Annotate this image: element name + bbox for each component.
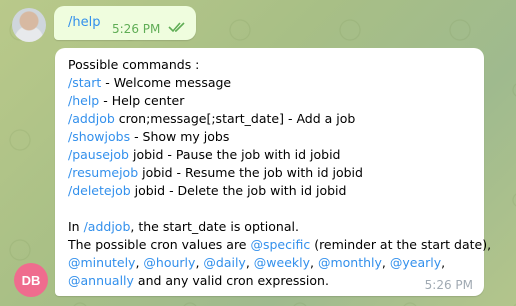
addjob-command-link[interactable]: /addjob [68,111,115,126]
bot-avatar[interactable]: DB [14,263,48,297]
hourly-mention-link[interactable]: @hourly [143,255,195,270]
message-time: 5:26 PM [424,278,473,292]
minutely-mention-link[interactable]: @minutely [68,255,135,270]
separator: , [441,255,446,270]
pausejob-command-link[interactable]: /pausejob [68,147,129,162]
resumejob-command-link[interactable]: /resumejob [68,165,138,180]
cron-prefix: The possible cron values are [68,237,251,252]
deletejob-command-link[interactable]: /deletejob [68,183,131,198]
user-avatar[interactable] [12,8,46,42]
cron-values-line: The possible cron values are @specific (… [68,236,491,254]
start-command-link[interactable]: /start [68,75,101,90]
cron-values-line: @minutely, @hourly, @daily, @weekly, @mo… [68,254,478,272]
command-line: /showjobs - Show my jobs [68,128,478,146]
yearly-mention-link[interactable]: @yearly [390,255,441,270]
command-line: /start - Welcome message [68,74,478,92]
message-text: Possible commands : /start - Welcome mes… [68,56,491,290]
help-command-link[interactable]: /help [68,15,100,30]
command-description: jobid - Resume the job with id jobid [138,165,363,180]
double-check-icon [168,22,185,33]
commands-heading: Possible commands : [68,57,200,72]
separator: , [381,255,390,270]
cron-values-line: @annually and any valid cron expression. [68,272,478,290]
command-description: - Show my jobs [130,129,230,144]
outgoing-message-bubble[interactable]: /help 5:26 PM [54,6,196,40]
command-description: - Help center [99,93,185,108]
incoming-message-bubble[interactable]: Possible commands : /start - Welcome mes… [55,48,491,296]
message-time: 5:26 PM [112,22,161,36]
separator: , [245,255,254,270]
specific-description: (reminder at the start date), [310,237,492,252]
command-line: /pausejob jobid - Pause the job with id … [68,146,478,164]
command-line: /help - Help center [68,92,478,110]
note-suffix: , the start_date is optional. [130,219,299,234]
addjob-note: In /addjob, the start_date is optional. [68,218,478,236]
note-prefix: In [68,219,84,234]
weekly-mention-link[interactable]: @weekly [254,255,310,270]
command-description: cron;message[;start_date] - Add a job [114,111,356,126]
monthly-mention-link[interactable]: @monthly [318,255,382,270]
command-description: - Welcome message [101,75,232,90]
command-line: /resumejob jobid - Resume the job with i… [68,164,478,182]
addjob-command-link[interactable]: /addjob [84,219,131,234]
command-description: jobid - Pause the job with id jobid [129,147,341,162]
command-description: jobid - Delete the job with id jobid [130,183,347,198]
daily-mention-link[interactable]: @daily [203,255,245,270]
separator: , [310,255,318,270]
command-line: /deletejob jobid - Delete the job with i… [68,182,478,200]
help-command-link[interactable]: /help [68,93,99,108]
cron-end-text: and any valid cron expression. [133,273,329,288]
command-line: /addjob cron;message[;start_date] - Add … [68,110,478,128]
showjobs-command-link[interactable]: /showjobs [68,129,130,144]
annually-mention-link[interactable]: @annually [68,273,134,288]
specific-mention-link[interactable]: @specific [250,237,310,252]
